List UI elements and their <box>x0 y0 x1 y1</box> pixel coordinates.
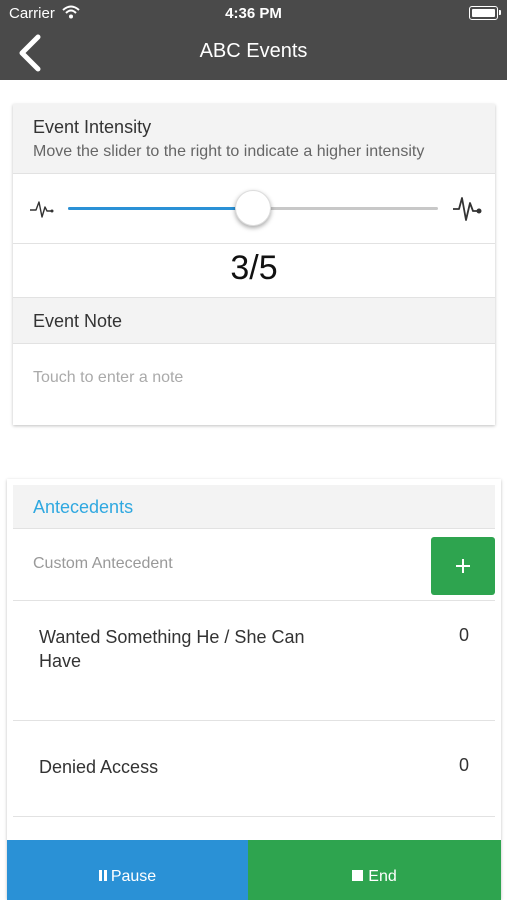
pulse-high-icon <box>453 197 482 221</box>
pause-button[interactable]: Pause <box>7 840 248 900</box>
intensity-header: Event Intensity Move the slider to the r… <box>13 104 495 174</box>
clock: 4:36 PM <box>225 5 282 22</box>
antecedents-title: Antecedents <box>33 497 134 517</box>
antecedents-card: Antecedents Custom Antecedent Wanted Som… <box>7 479 501 899</box>
page-title: ABC Events <box>199 40 308 62</box>
antecedent-count: 0 <box>458 625 469 645</box>
note-title: Event Note <box>33 311 123 331</box>
add-antecedent-button[interactable] <box>431 537 495 595</box>
pause-label: Pause <box>110 868 157 885</box>
pulse-low-icon <box>30 201 54 218</box>
slider-fill <box>68 207 253 210</box>
custom-antecedent-input[interactable]: Custom Antecedent <box>33 555 173 573</box>
end-label: End <box>368 868 397 885</box>
bottom-action-bar: Pause End <box>7 840 501 900</box>
list-item[interactable]: Denied Access 0 <box>13 721 495 817</box>
battery-icon <box>469 6 501 20</box>
intensity-title: Event Intensity <box>33 117 152 137</box>
list-item[interactable]: Wanted Something He / She Can Have 0 <box>13 601 495 721</box>
event-details-card: Event Intensity Move the slider to the r… <box>13 104 495 425</box>
note-header: Event Note <box>13 298 495 344</box>
top-bar: Carrier 4:36 PM ABC Events <box>0 0 507 80</box>
note-input[interactable]: Touch to enter a note <box>33 369 473 387</box>
pause-icon <box>98 870 107 881</box>
intensity-subtitle: Move the slider to the right to indicate… <box>33 143 425 160</box>
end-button[interactable]: End <box>248 840 501 900</box>
stop-icon <box>352 870 364 881</box>
antecedent-label: Wanted Something He / She Can Have <box>39 627 305 671</box>
antecedent-label: Denied Access <box>39 757 159 777</box>
intensity-value-row: 3/5 <box>13 244 495 298</box>
antecedent-count: 0 <box>458 755 469 775</box>
custom-antecedent-row: Custom Antecedent <box>13 529 495 601</box>
intensity-value: 3/5 <box>230 249 278 287</box>
intensity-slider-row <box>13 174 495 244</box>
antecedents-header: Antecedents <box>13 485 495 529</box>
status-bar: Carrier 4:36 PM <box>0 0 507 28</box>
slider-thumb[interactable] <box>235 190 271 226</box>
